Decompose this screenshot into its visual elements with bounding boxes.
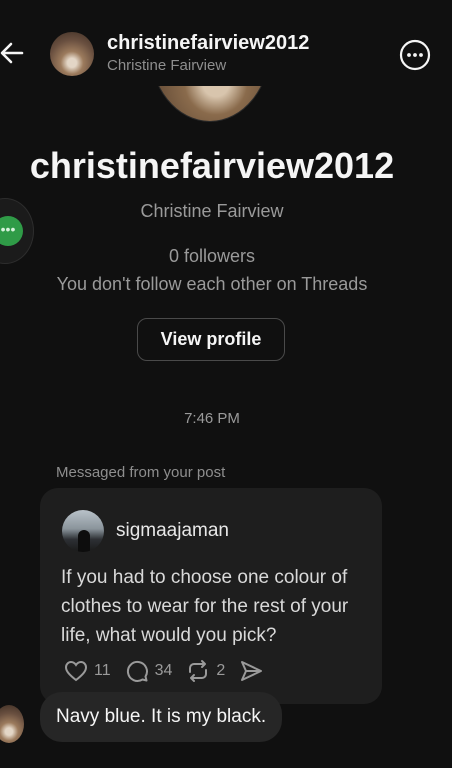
comment-count: 34	[154, 662, 173, 679]
profile-username: christinefairview2012	[29, 145, 395, 186]
arrow-left-icon[interactable]	[0, 38, 26, 68]
avatar[interactable]	[50, 32, 94, 76]
post-author-avatar	[62, 510, 104, 552]
shared-post-card[interactable]: sigmaajaman If you had to choose one col…	[40, 488, 382, 704]
like-action[interactable]: 11	[64, 660, 111, 682]
view-profile-button[interactable]: View profile	[137, 318, 285, 361]
send-icon	[241, 661, 263, 681]
header-username[interactable]: christinefairview2012	[107, 32, 309, 55]
repost-count: 2	[216, 662, 226, 679]
message-context-label: Messaged from your post	[56, 464, 226, 481]
header-fullname: Christine Fairview	[107, 57, 227, 74]
repost-icon	[189, 660, 208, 682]
post-text: If you had to choose one colour of cloth…	[61, 567, 349, 646]
message-bubble[interactable]: Navy blue. It is my black.	[40, 692, 283, 742]
share-action[interactable]	[239, 660, 269, 682]
comment-icon	[126, 660, 148, 682]
follow-status-note: You don't follow each other on Threads	[56, 274, 368, 294]
followers-count: 0 followers	[168, 246, 256, 266]
comment-action[interactable]: 34	[125, 659, 173, 683]
heart-icon	[64, 660, 88, 682]
post-actions: 11 34 2	[64, 658, 283, 684]
dm-screen: christinefairview2012 Christine Fairview…	[0, 0, 452, 768]
profile-fullname: Christine Fairview	[140, 201, 284, 221]
post-author: sigmaajaman	[116, 520, 229, 541]
like-count: 11	[94, 662, 111, 679]
sender-avatar	[0, 705, 24, 743]
more-options-icon[interactable]	[398, 38, 432, 72]
repost-action[interactable]: 2	[186, 659, 225, 683]
message-timestamp: 7:46 PM	[184, 410, 240, 427]
header-bar: christinefairview2012 Christine Fairview	[0, 0, 452, 86]
